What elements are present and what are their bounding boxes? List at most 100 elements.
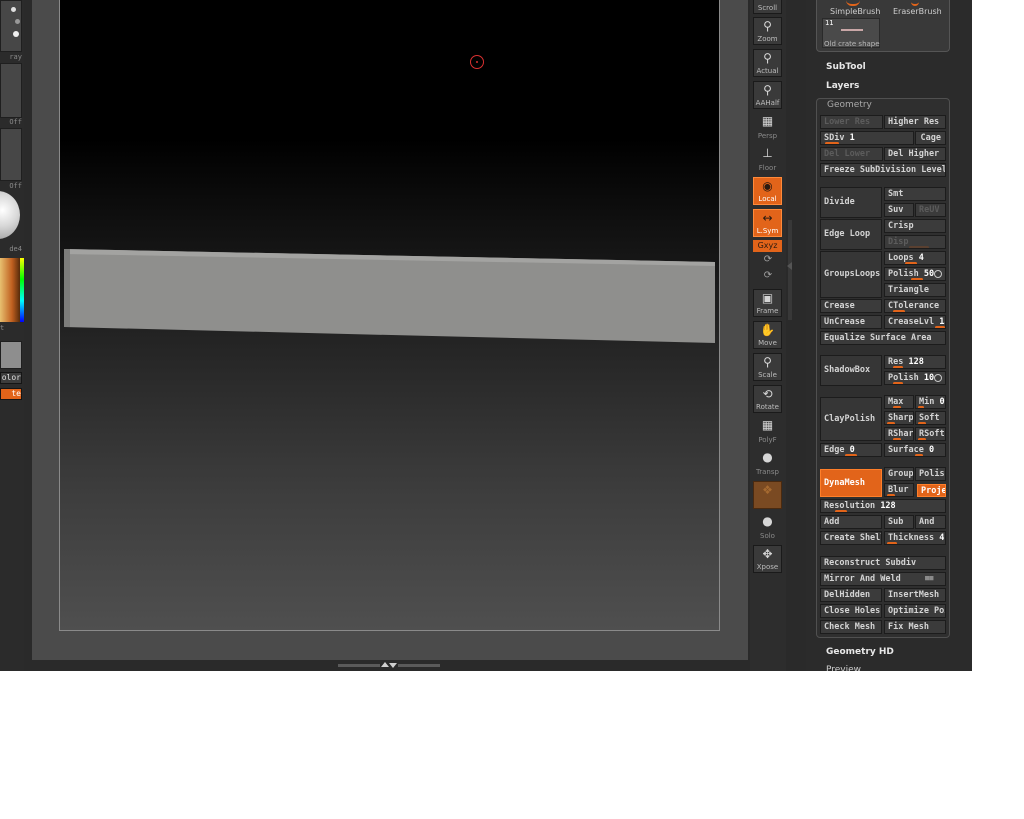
solo-icon: ●	[762, 514, 773, 528]
creaselvl-slider[interactable]: CreaseLvl 15	[884, 315, 946, 329]
uncrease-button[interactable]: UnCrease	[820, 315, 882, 329]
ghost-button[interactable]: ❖	[753, 481, 782, 509]
layers-menu[interactable]: Layers	[826, 81, 859, 91]
zoom-button[interactable]: ⚲ Zoom	[753, 17, 782, 45]
rsoft-slider[interactable]: RSoft	[915, 427, 946, 441]
circle-icon[interactable]	[934, 270, 942, 278]
add-button[interactable]: Add	[820, 515, 882, 529]
rshar-slider[interactable]: RShar	[884, 427, 914, 441]
res-slider[interactable]: Res 128	[884, 355, 946, 369]
divide-button[interactable]: Divide	[820, 187, 882, 218]
rotate-icon: ⟲	[762, 387, 773, 401]
polyframe-icon: ▦	[761, 418, 774, 432]
group-toggle[interactable]: Group	[884, 467, 914, 481]
frame-button[interactable]: ▣ Frame	[753, 289, 782, 317]
shadowbox-button[interactable]: ShadowBox	[820, 355, 882, 386]
xpose-button[interactable]: ✥ Xpose	[753, 545, 782, 573]
panel-splitter[interactable]	[788, 220, 792, 320]
arrow-up-icon	[381, 662, 389, 667]
axis-icon[interactable]: ■■	[925, 574, 933, 582]
transparency-icon: ●	[762, 450, 773, 464]
insert-mesh-button[interactable]: InsertMesh	[884, 588, 946, 602]
cage-button[interactable]: Cage	[915, 131, 946, 145]
solo-button[interactable]: ● Solo	[753, 513, 782, 541]
project-toggle[interactable]: Project	[917, 484, 946, 497]
hand-icon: ✋	[760, 323, 775, 337]
edge-slider[interactable]: Edge 0	[820, 443, 882, 457]
claypolish-button[interactable]: ClayPolish	[820, 397, 882, 441]
zbrush-window: ray Off Off de4 t olor te Scroll ⚲ Zoom …	[0, 0, 972, 671]
right-shelf: Scroll ⚲ Zoom ⚲ Actual ⚲ AAHalf ▦ Persp …	[750, 0, 786, 671]
preview-menu[interactable]: Preview	[826, 665, 861, 671]
sub-button[interactable]: Sub	[884, 515, 914, 529]
optimize-points-button[interactable]: Optimize Points	[884, 604, 946, 618]
scroll-button[interactable]: Scroll	[753, 0, 782, 14]
and-button[interactable]: And	[915, 515, 946, 529]
groups-loops-button[interactable]: GroupsLoops	[820, 251, 882, 298]
del-hidden-button[interactable]: DelHidden	[820, 588, 882, 602]
subtool-menu[interactable]: SubTool	[826, 62, 866, 72]
eraser-brush-label[interactable]: EraserBrush	[893, 7, 942, 16]
equalize-surface-area-button[interactable]: Equalize Surface Area	[820, 331, 946, 345]
shadowbox-polish-slider[interactable]: Polish 10	[884, 371, 946, 385]
eraser-brush-icon[interactable]	[911, 0, 919, 6]
check-mesh-button[interactable]: Check Mesh	[820, 620, 882, 634]
ctolerance-slider[interactable]: CTolerance	[884, 299, 946, 313]
triangle-toggle[interactable]: Triangle	[884, 283, 946, 297]
polyf-button[interactable]: ▦ PolyF	[753, 417, 782, 445]
circle-icon[interactable]	[934, 374, 942, 382]
move-button[interactable]: ✋ Move	[753, 321, 782, 349]
close-holes-button[interactable]: Close Holes	[820, 604, 882, 618]
brush-cursor	[470, 55, 484, 69]
rotate-button[interactable]: ⟲ Rotate	[753, 385, 782, 413]
create-shell-button[interactable]: Create Shell	[820, 531, 882, 545]
thickness-slider[interactable]: Thickness 4	[884, 531, 946, 545]
local-button[interactable]: ◉ Local	[753, 177, 782, 205]
reuv-toggle[interactable]: ReUV	[915, 203, 946, 217]
loops-slider[interactable]: Loops 4	[884, 251, 946, 265]
subtool-thumbnail[interactable]: 11 Old crate shape	[822, 18, 880, 48]
transp-button[interactable]: ● Transp	[753, 449, 782, 477]
simple-brush-label[interactable]: SimpleBrush	[830, 7, 880, 16]
surface-slider[interactable]: Surface 0	[884, 443, 946, 457]
del-higher-button[interactable]: Del Higher	[884, 147, 946, 161]
rotate-y-icon[interactable]: ⟳	[750, 254, 786, 265]
brush-slots: SimpleBrush EraserBrush 11 Old crate sha…	[816, 0, 950, 52]
max-slider[interactable]: Max	[884, 395, 914, 409]
sharp-slider[interactable]: Sharp	[884, 411, 914, 425]
persp-button[interactable]: ▦ Persp	[753, 113, 782, 141]
xyz-toggle[interactable]: Gxyz	[753, 240, 782, 252]
sdiv-slider[interactable]: SDiv 1	[820, 131, 914, 145]
reconstruct-subdiv-button[interactable]: Reconstruct Subdiv	[820, 556, 946, 570]
resolution-slider[interactable]: Resolution 128	[820, 499, 946, 513]
edge-loop-button[interactable]: Edge Loop	[820, 219, 882, 250]
fix-mesh-button[interactable]: Fix Mesh	[884, 620, 946, 634]
floor-icon: ⊥	[762, 146, 773, 160]
crease-button[interactable]: Crease	[820, 299, 882, 313]
aahalf-button[interactable]: ⚲ AAHalf	[753, 81, 782, 109]
floor-button[interactable]: ⊥ Floor	[753, 145, 782, 173]
disp-slider[interactable]: Disp	[884, 235, 946, 249]
canvas-resize-handle[interactable]	[338, 662, 440, 669]
freeze-subdivision-button[interactable]: Freeze SubDivision Levels	[820, 163, 946, 177]
polish-toggle[interactable]: Polish	[915, 467, 946, 481]
collapse-arrow-icon[interactable]	[787, 262, 792, 270]
lsym-button[interactable]: ↔ L.Sym	[753, 209, 782, 237]
geometry-hd-menu[interactable]: Geometry HD	[826, 647, 894, 657]
del-lower-button[interactable]: Del Lower	[820, 147, 883, 161]
rotate-z-icon[interactable]: ⟳	[750, 270, 786, 281]
min-slider[interactable]: Min 0	[915, 395, 946, 409]
scale-button[interactable]: ⚲ Scale	[753, 353, 782, 381]
higher-res-button[interactable]: Higher Res	[884, 115, 946, 129]
polish-slider[interactable]: Polish 50	[884, 267, 946, 281]
soft-slider[interactable]: Soft	[915, 411, 946, 425]
actual-button[interactable]: ⚲ Actual	[753, 49, 782, 77]
geometry-title[interactable]: Geometry	[827, 100, 872, 110]
blur-slider[interactable]: Blur	[884, 483, 914, 497]
crisp-toggle[interactable]: Crisp	[884, 219, 946, 233]
dynamesh-button[interactable]: DynaMesh	[820, 469, 882, 497]
lower-res-button[interactable]: Lower Res	[820, 115, 883, 129]
suv-toggle[interactable]: Suv	[884, 203, 914, 217]
smt-toggle[interactable]: Smt	[884, 187, 946, 201]
simple-brush-icon[interactable]	[846, 0, 860, 6]
